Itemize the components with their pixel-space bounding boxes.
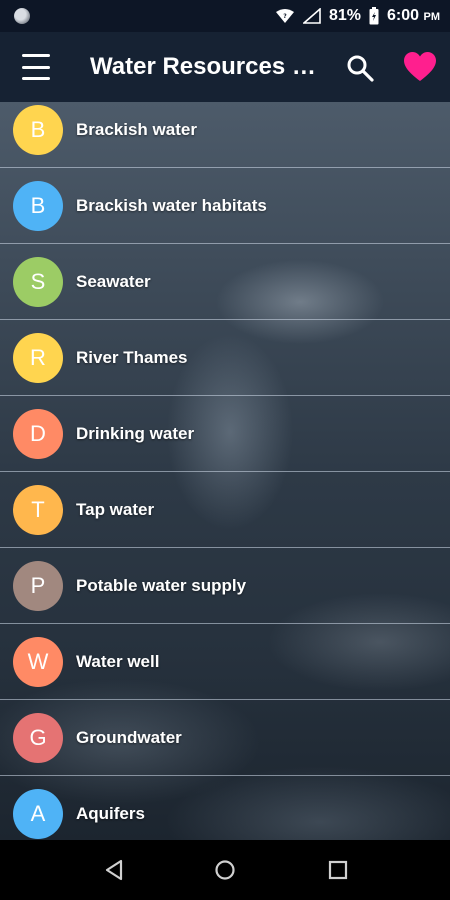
list-item-potable-water-supply[interactable]: P Potable water supply	[0, 548, 450, 624]
navigation-bar	[0, 840, 450, 900]
list-item-label: Brackish water	[76, 120, 197, 139]
list-item-groundwater[interactable]: G Groundwater	[0, 700, 450, 776]
phone-screen: ? 81% 6:00 PM Water Resources E... B Bra…	[0, 0, 450, 900]
list-item-brackish-water-habitats[interactable]: B Brackish water habitats	[0, 168, 450, 244]
list-item-label: Tap water	[76, 500, 155, 519]
list-item-brackish-water[interactable]: B Brackish water	[0, 102, 450, 168]
heart-icon[interactable]	[404, 52, 436, 82]
letter-avatar: R	[13, 333, 63, 383]
home-icon[interactable]	[214, 859, 236, 881]
status-right-group: ? 81% 6:00 PM	[275, 0, 440, 32]
letter-avatar: W	[13, 637, 63, 687]
battery-icon	[369, 7, 379, 25]
letter-avatar: B	[13, 181, 63, 231]
svg-text:?: ?	[283, 13, 287, 20]
clock: 6:00 PM	[387, 7, 440, 25]
list-item-label: Brackish water habitats	[76, 196, 267, 215]
clock-time: 6:00	[387, 7, 420, 24]
wifi-icon: ?	[275, 9, 294, 23]
letter-avatar: D	[13, 409, 63, 459]
list-item-label: Potable water supply	[76, 576, 247, 595]
list-item-seawater[interactable]: S Seawater	[0, 244, 450, 320]
signal-icon	[302, 8, 321, 24]
list-item-label: Seawater	[76, 272, 151, 291]
list-item-label: Groundwater	[76, 728, 182, 747]
list-item-label: Aquifers	[76, 804, 145, 823]
letter-avatar: A	[13, 789, 63, 839]
back-icon[interactable]	[103, 859, 125, 881]
letter-avatar: G	[13, 713, 63, 763]
list-item-tap-water[interactable]: T Tap water	[0, 472, 450, 548]
list-item-drinking-water[interactable]: D Drinking water	[0, 396, 450, 472]
letter-avatar: P	[13, 561, 63, 611]
letter-avatar: T	[13, 485, 63, 535]
app-bar: Water Resources E...	[0, 32, 450, 102]
letter-avatar: S	[13, 257, 63, 307]
list-item-label: Water well	[76, 652, 160, 671]
topic-list: B Brackish water B Brackish water habita…	[0, 102, 450, 840]
app-title: Water Resources E...	[90, 53, 325, 80]
letter-avatar: B	[13, 105, 63, 155]
list-item-river-thames[interactable]: R River Thames	[0, 320, 450, 396]
notification-icon	[14, 8, 30, 24]
status-bar: ? 81% 6:00 PM	[0, 0, 450, 32]
list-item-aquifers[interactable]: A Aquifers	[0, 776, 450, 840]
menu-icon[interactable]	[22, 54, 50, 80]
list-item-label: Drinking water	[76, 424, 195, 443]
recents-icon[interactable]	[327, 859, 349, 881]
clock-ampm: PM	[423, 11, 441, 23]
battery-percent: 81%	[328, 7, 362, 24]
list-item-label: River Thames	[76, 348, 188, 367]
search-icon[interactable]	[346, 54, 374, 82]
list-item-water-well[interactable]: W Water well	[0, 624, 450, 700]
